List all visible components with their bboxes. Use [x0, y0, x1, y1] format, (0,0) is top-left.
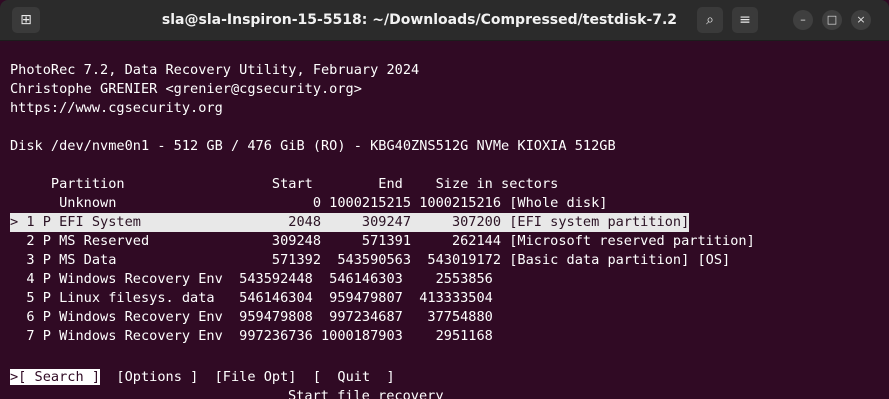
terminal-window: ⊞ sla@sla-Inspiron-15-5518: ~/Downloads/… [0, 0, 889, 399]
partition-row[interactable]: 7 P Windows Recovery Env 997236736 10001… [10, 327, 493, 346]
partition-row[interactable]: 4 P Windows Recovery Env 543592448 54614… [10, 270, 493, 289]
options-menu-option[interactable]: [Options ] [116, 369, 198, 385]
partition-row[interactable]: 5 P Linux filesys. data 546146304 959479… [10, 289, 493, 308]
menu-help-text: Start file recovery [288, 388, 444, 399]
disk-info-line: Disk /dev/nvme0n1 - 512 GB / 476 GiB (RO… [10, 138, 616, 154]
search-button[interactable]: ⌕ [697, 7, 723, 33]
partition-row[interactable]: 2 P MS Reserved 309248 571391 262144 [Mi… [10, 232, 754, 251]
quit-menu-option[interactable]: [ Quit ] [313, 369, 395, 385]
search-menu-option[interactable]: >[ Search ] [10, 369, 101, 385]
app-version-line: PhotoRec 7.2, Data Recovery Utility, Feb… [10, 62, 420, 78]
terminal-output: PhotoRec 7.2, Data Recovery Utility, Feb… [10, 61, 885, 399]
maximize-icon: □ [826, 13, 838, 26]
author-line: Christophe GRENIER <grenier@cgsecurity.o… [10, 81, 362, 97]
partition-table-header: Partition Start End Size in sectors [10, 176, 559, 192]
partition-row[interactable]: Unknown 0 1000215215 1000215216 [Whole d… [10, 194, 607, 213]
partition-row[interactable]: 3 P MS Data 571392 543590563 543019172 [… [10, 251, 730, 270]
menu-button[interactable]: ≡ [732, 7, 758, 33]
file-opt-menu-option[interactable]: [File Opt] [215, 369, 297, 385]
close-icon: × [856, 13, 866, 26]
maximize-button[interactable]: □ [822, 10, 842, 30]
minimize-icon: – [800, 13, 806, 26]
partition-row-selected[interactable]: > 1 P EFI System 2048 309247 307200 [EFI… [10, 213, 690, 232]
search-icon: ⌕ [706, 12, 714, 28]
title-bar: ⊞ sla@sla-Inspiron-15-5518: ~/Downloads/… [0, 0, 889, 41]
website-line: https://www.cgsecurity.org [10, 100, 223, 116]
menu-bar: >[ Search ] [Options ] [File Opt] [ Quit… [10, 368, 395, 387]
minimize-button[interactable]: – [793, 10, 813, 30]
hamburger-menu-icon: ≡ [739, 12, 751, 28]
close-button[interactable]: × [851, 10, 871, 30]
partition-row[interactable]: 6 P Windows Recovery Env 959479808 99723… [10, 308, 493, 327]
